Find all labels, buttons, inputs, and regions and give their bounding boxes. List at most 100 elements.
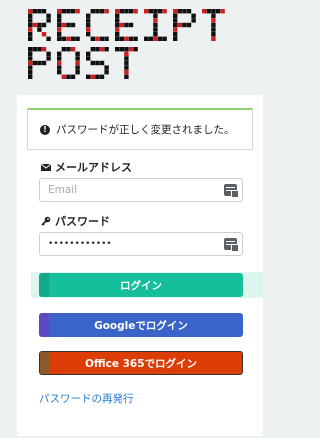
- logo-dot: [144, 32, 148, 36]
- logo-dot: [211, 36, 216, 41]
- logo-dot: [144, 27, 148, 31]
- logo-dot: [86, 18, 91, 23]
- logo-dot: [129, 27, 133, 31]
- logo-dot: [95, 36, 100, 41]
- logo-dot: [42, 75, 46, 79]
- logo-dot: [46, 56, 51, 61]
- logo-dot: [100, 70, 104, 74]
- logo-dot: [115, 70, 119, 74]
- logo-dot: [86, 51, 91, 56]
- logo-dot: [95, 65, 99, 69]
- logo-dot: [211, 9, 216, 14]
- logo-dot: [86, 22, 91, 28]
- logo-dot: [99, 9, 105, 14]
- logo-dot: [100, 27, 104, 31]
- logo-dot: [28, 51, 33, 56]
- logo-dot: [37, 18, 41, 22]
- logo-dot: [42, 27, 46, 31]
- logo-dot: [191, 9, 195, 13]
- logo-dot: [91, 56, 95, 60]
- logo-dot: [133, 52, 137, 56]
- logo-dot: [158, 18, 162, 22]
- logo-dot: [120, 27, 124, 31]
- logo-dot: [202, 23, 206, 27]
- logo-dot: [75, 56, 80, 61]
- logo-dot: [90, 9, 95, 14]
- autofill-icon[interactable]: [224, 184, 239, 198]
- logo-dot: [90, 36, 95, 41]
- logo-dot: [157, 9, 163, 14]
- logo-dot: [129, 18, 133, 22]
- logo-dot: [66, 14, 70, 18]
- logo-dot: [70, 22, 76, 28]
- logo-dot: [104, 56, 108, 60]
- logo-dot: [62, 65, 66, 69]
- office365-login-label: Office 365でログイン: [84, 357, 198, 370]
- logo-dot: [119, 36, 124, 41]
- logo-dot: [173, 32, 178, 37]
- logo-dot: [100, 52, 104, 56]
- envelope-icon: [41, 163, 51, 171]
- email-input[interactable]: [48, 184, 216, 196]
- logo-dot: [75, 23, 79, 27]
- logo-dot: [28, 60, 33, 66]
- logo-dot: [33, 56, 37, 60]
- google-login-button[interactable]: Googleでログイン: [39, 313, 243, 337]
- logo-dot: [61, 9, 66, 14]
- logo-dot: [124, 60, 129, 66]
- password-input[interactable]: ••••••••••••: [48, 239, 112, 249]
- logo-dot: [129, 70, 133, 74]
- logo-dot: [182, 14, 186, 18]
- logo-dot: [124, 70, 129, 75]
- logo-dot: [144, 23, 148, 27]
- logo-dot: [182, 27, 186, 31]
- logo-dot: [95, 9, 100, 14]
- logo-dot: [28, 22, 33, 28]
- logo-dot: [191, 13, 196, 18]
- logo-dot: [104, 14, 108, 18]
- logo-dot: [115, 13, 120, 18]
- logo-dot: [104, 32, 108, 36]
- password-field[interactable]: ••••••••••••: [39, 232, 243, 256]
- logo-dot: [211, 32, 216, 37]
- email-field[interactable]: [39, 178, 243, 202]
- logo-dot: [115, 27, 120, 32]
- email-label-text: メールアドレス: [55, 161, 132, 174]
- logo-dot: [57, 65, 62, 70]
- logo-dot: [133, 47, 138, 52]
- logo-dot: [162, 14, 166, 18]
- logo-dot: [57, 60, 62, 66]
- logo-dot: [100, 56, 104, 60]
- logo-dot: [42, 14, 46, 18]
- logo-dot: [162, 18, 166, 22]
- button-edge: [39, 273, 49, 297]
- logo-dot: [71, 14, 75, 18]
- logo-dot: [75, 47, 79, 51]
- logo-dot: [28, 27, 33, 32]
- key-icon: [41, 216, 51, 226]
- logo-dot: [91, 18, 95, 22]
- logo-dot: [33, 52, 37, 56]
- logo-dot: [62, 52, 66, 56]
- logo-dot: [115, 22, 120, 28]
- logo-dot: [37, 70, 41, 74]
- office365-login-button[interactable]: Office 365でログイン: [39, 351, 243, 375]
- logo-dot: [120, 65, 124, 69]
- logo-dot: [95, 18, 99, 22]
- logo-dot: [100, 32, 104, 36]
- logo-dot: [70, 36, 76, 41]
- logo-dot: [75, 65, 80, 70]
- password-reset-link[interactable]: パスワードの再発行: [39, 391, 134, 406]
- success-alert: ! パスワードが正しく変更されました。: [27, 108, 253, 150]
- login-button[interactable]: ログイン: [39, 273, 243, 297]
- login-button-label: ログイン: [120, 279, 162, 292]
- logo-dot: [86, 9, 90, 13]
- autofill-icon[interactable]: [224, 238, 239, 252]
- logo-dot: [57, 47, 61, 51]
- logo-dot: [187, 18, 191, 22]
- logo-dot: [33, 75, 37, 79]
- logo-dot: [158, 23, 162, 27]
- logo-dot: [66, 18, 70, 22]
- logo-dot: [46, 18, 51, 23]
- password-label: パスワード: [41, 213, 110, 229]
